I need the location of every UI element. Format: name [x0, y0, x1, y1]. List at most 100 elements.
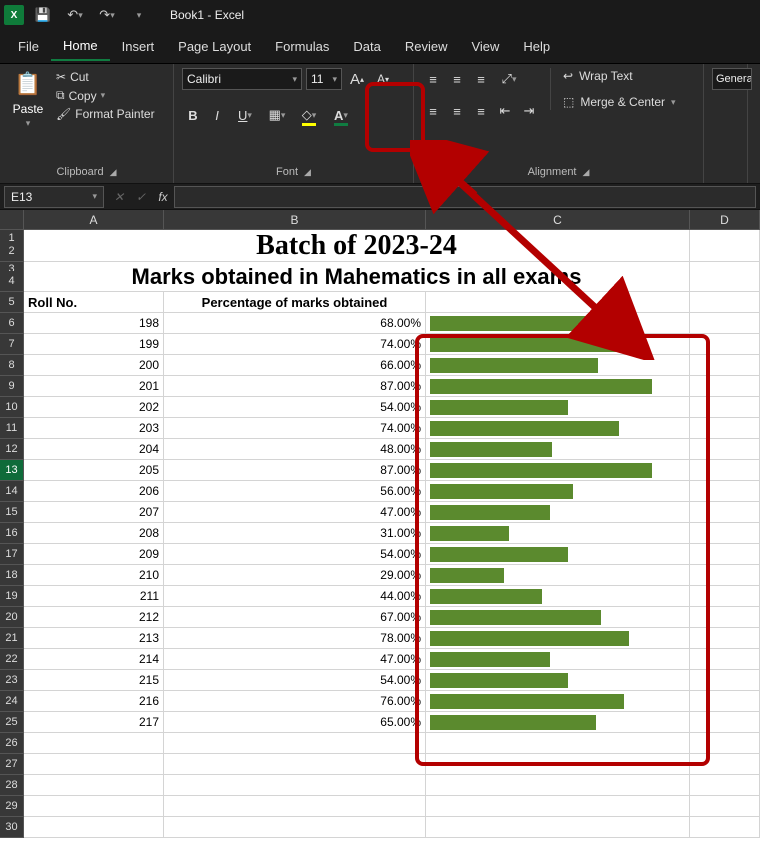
- row-header[interactable]: 29: [0, 796, 24, 817]
- cell[interactable]: [164, 817, 426, 838]
- cell[interactable]: [690, 796, 760, 817]
- cell[interactable]: [690, 733, 760, 754]
- cell[interactable]: [426, 733, 690, 754]
- cell-databar[interactable]: [426, 334, 690, 355]
- cell[interactable]: [690, 817, 760, 838]
- row-header[interactable]: 25: [0, 712, 24, 733]
- font-dialog-icon[interactable]: ◢: [304, 167, 311, 178]
- cell-roll[interactable]: 211: [24, 586, 164, 607]
- cell[interactable]: [690, 439, 760, 460]
- cell[interactable]: [690, 313, 760, 334]
- col-header-b[interactable]: B: [164, 210, 426, 229]
- cell-roll[interactable]: 201: [24, 376, 164, 397]
- cell-databar[interactable]: [426, 502, 690, 523]
- header-roll[interactable]: Roll No.: [24, 292, 164, 313]
- cell-pct[interactable]: 76.00%: [164, 691, 426, 712]
- redo-icon[interactable]: ↷▾: [94, 3, 120, 27]
- cell-pct[interactable]: 54.00%: [164, 544, 426, 565]
- cut-button[interactable]: ✂Cut: [52, 68, 159, 86]
- row-header[interactable]: 24: [0, 691, 24, 712]
- cell-pct[interactable]: 78.00%: [164, 628, 426, 649]
- cell-databar[interactable]: [426, 712, 690, 733]
- enter-formula-icon[interactable]: ✓: [130, 186, 152, 208]
- row-header[interactable]: 20: [0, 607, 24, 628]
- tab-page-layout[interactable]: Page Layout: [166, 33, 263, 60]
- cell-pct[interactable]: 29.00%: [164, 565, 426, 586]
- cell[interactable]: [164, 775, 426, 796]
- cell[interactable]: [164, 733, 426, 754]
- cell[interactable]: [24, 817, 164, 838]
- cell-databar[interactable]: [426, 670, 690, 691]
- cell-roll[interactable]: 204: [24, 439, 164, 460]
- row-header[interactable]: 16: [0, 523, 24, 544]
- cell-pct[interactable]: 74.00%: [164, 418, 426, 439]
- cell[interactable]: [690, 523, 760, 544]
- row-header[interactable]: 30: [0, 817, 24, 838]
- tab-formulas[interactable]: Formulas: [263, 33, 341, 60]
- cell-roll[interactable]: 208: [24, 523, 164, 544]
- cell-pct[interactable]: 54.00%: [164, 670, 426, 691]
- row-header[interactable]: 8: [0, 355, 24, 376]
- cell-databar[interactable]: [426, 460, 690, 481]
- alignment-dialog-icon[interactable]: ◢: [583, 167, 590, 178]
- cell-pct[interactable]: 44.00%: [164, 586, 426, 607]
- cell[interactable]: [24, 775, 164, 796]
- row-header[interactable]: 13: [0, 460, 24, 481]
- cell-roll[interactable]: 216: [24, 691, 164, 712]
- cell-roll[interactable]: 199: [24, 334, 164, 355]
- row-header[interactable]: 11: [0, 418, 24, 439]
- cell[interactable]: [426, 775, 690, 796]
- cell[interactable]: [690, 418, 760, 439]
- cell-databar[interactable]: [426, 397, 690, 418]
- cell[interactable]: [690, 712, 760, 733]
- cell[interactable]: [690, 691, 760, 712]
- col-header-c[interactable]: C: [426, 210, 690, 229]
- cell[interactable]: [690, 376, 760, 397]
- cell[interactable]: [690, 502, 760, 523]
- wrap-text-button[interactable]: ↩Wrap Text: [559, 68, 680, 84]
- tab-file[interactable]: File: [6, 33, 51, 60]
- cell-pct[interactable]: 74.00%: [164, 334, 426, 355]
- row-header[interactable]: 18: [0, 565, 24, 586]
- cancel-formula-icon[interactable]: ✕: [108, 186, 130, 208]
- cell[interactable]: [690, 334, 760, 355]
- number-format-select[interactable]: General: [712, 68, 752, 90]
- cell[interactable]: [690, 230, 760, 262]
- cell[interactable]: [24, 796, 164, 817]
- row-header[interactable]: 9: [0, 376, 24, 397]
- font-color-button[interactable]: A ▾: [326, 104, 356, 126]
- cell-databar[interactable]: [426, 565, 690, 586]
- row-header[interactable]: 27: [0, 754, 24, 775]
- paste-dropdown-icon[interactable]: ▾: [26, 118, 31, 129]
- header-pct[interactable]: Percentage of marks obtained: [164, 292, 426, 313]
- align-middle-icon[interactable]: ≡: [446, 68, 468, 90]
- paste-icon[interactable]: 📋: [12, 68, 44, 100]
- cell-databar[interactable]: [426, 418, 690, 439]
- cell-roll[interactable]: 198: [24, 313, 164, 334]
- cell-databar[interactable]: [426, 586, 690, 607]
- cell-databar[interactable]: [426, 691, 690, 712]
- row-header[interactable]: 10: [0, 397, 24, 418]
- bold-button[interactable]: B: [182, 104, 204, 126]
- cell[interactable]: [24, 733, 164, 754]
- cell[interactable]: [690, 628, 760, 649]
- cell-roll[interactable]: 205: [24, 460, 164, 481]
- cell-databar[interactable]: [426, 313, 690, 334]
- cell-roll[interactable]: 209: [24, 544, 164, 565]
- tab-view[interactable]: View: [459, 33, 511, 60]
- formula-input[interactable]: [174, 186, 756, 208]
- row-header[interactable]: 6: [0, 313, 24, 334]
- cell-pct[interactable]: 68.00%: [164, 313, 426, 334]
- cell-pct[interactable]: 54.00%: [164, 397, 426, 418]
- cell-pct[interactable]: 66.00%: [164, 355, 426, 376]
- undo-icon[interactable]: ↶▾: [62, 3, 88, 27]
- cell-pct[interactable]: 56.00%: [164, 481, 426, 502]
- cell[interactable]: [426, 817, 690, 838]
- paste-button[interactable]: Paste: [13, 102, 44, 116]
- cell-roll[interactable]: 202: [24, 397, 164, 418]
- col-header-a[interactable]: A: [24, 210, 164, 229]
- cell[interactable]: [426, 796, 690, 817]
- cell-databar[interactable]: [426, 481, 690, 502]
- row-header[interactable]: 21: [0, 628, 24, 649]
- subtitle-cell[interactable]: Marks obtained in Mahematics in all exam…: [24, 262, 690, 292]
